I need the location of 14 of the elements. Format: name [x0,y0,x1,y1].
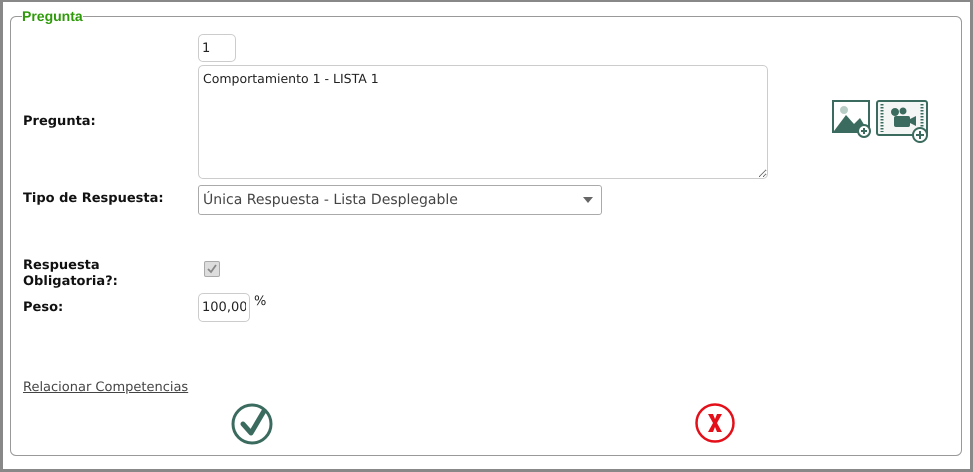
caret-icon [583,197,593,203]
cancel-x-icon[interactable] [695,403,735,445]
answer-type-dropdown[interactable]: Única Respuesta - Lista Desplegable [198,185,602,215]
unit-label: % [254,294,266,309]
section-title: Pregunta [22,8,83,24]
field-label: Pregunta: [23,114,97,130]
field-label: Peso: [23,300,64,316]
related-competencies-link[interactable]: Relacionar Competencias [23,380,188,395]
add-video-icon[interactable] [876,100,930,144]
number-field[interactable]: 1 [198,34,236,62]
field-label: Tipo de Respuesta: [23,190,165,206]
field-label: Respuesta Obligatoria?: [23,258,119,290]
confirm-check-icon[interactable] [231,403,273,445]
question-field[interactable]: Comportamiento 1 - LISTA 1 [198,65,768,179]
